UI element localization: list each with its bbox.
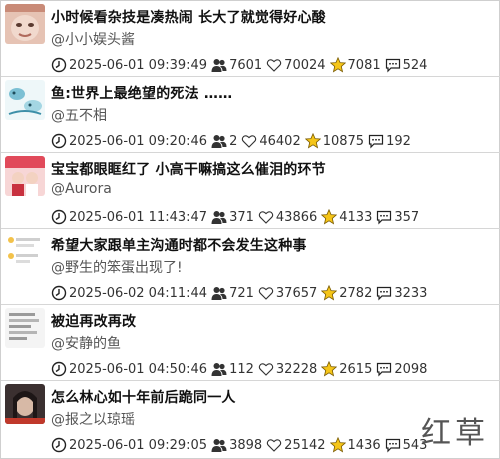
post-author[interactable]: @五不相 — [51, 105, 107, 125]
list-item[interactable]: 小时候看杂技是凑热闹 长大了就觉得好心酸 @小小娱头酱 2025-06-01 0… — [1, 1, 500, 77]
post-thumbnail[interactable] — [5, 156, 45, 196]
star-icon — [321, 361, 338, 377]
comment-icon — [377, 286, 392, 301]
comment-icon — [377, 362, 392, 377]
likes-count: 37657 — [275, 285, 318, 301]
clock-icon — [51, 57, 67, 73]
star-icon — [304, 133, 321, 149]
heart-icon — [258, 211, 274, 224]
likes-count: 25142 — [284, 437, 326, 453]
comments-count: 524 — [402, 57, 428, 73]
users-icon — [211, 135, 227, 148]
post-meta: 2025-06-01 09:39:49 7601 70024 7081 524 — [51, 56, 431, 74]
post-thumbnail[interactable] — [5, 308, 45, 348]
post-list: 小时候看杂技是凑热闹 长大了就觉得好心酸 @小小娱头酱 2025-06-01 0… — [0, 0, 500, 459]
stars-count: 2782 — [339, 285, 373, 301]
fans-count: 721 — [229, 285, 254, 301]
post-time: 2025-06-01 09:29:05 — [69, 437, 208, 453]
star-icon — [321, 209, 338, 225]
clock-icon — [51, 133, 67, 149]
star-icon — [329, 437, 346, 453]
comments-count: 3233 — [394, 285, 428, 301]
likes-count: 43866 — [275, 209, 318, 225]
post-meta: 2025-06-01 09:20:46 2 46402 10875 192 — [51, 132, 415, 150]
heart-icon — [258, 363, 274, 376]
post-thumbnail[interactable] — [5, 4, 45, 44]
post-title[interactable]: 希望大家跟单主沟通时都不会发生这种事 — [51, 235, 307, 255]
clock-icon — [51, 285, 67, 301]
post-thumbnail[interactable] — [5, 384, 45, 424]
post-meta: 2025-06-02 04:11:44 721 37657 2782 3233 — [51, 284, 431, 302]
post-title[interactable]: 宝宝都眼眶红了 小高干嘛搞这么催泪的环节 — [51, 159, 326, 179]
comments-count: 192 — [386, 133, 411, 149]
users-icon — [211, 287, 227, 300]
comments-count: 357 — [394, 209, 420, 225]
stars-count: 10875 — [322, 133, 365, 149]
post-author[interactable]: @Aurora — [51, 181, 112, 197]
post-author[interactable]: @安静的鱼 — [51, 333, 121, 353]
comment-icon — [385, 438, 400, 453]
clock-icon — [51, 209, 67, 225]
post-author[interactable]: @野生的笨蛋出现了! — [51, 257, 183, 277]
fans-count: 2 — [229, 133, 238, 149]
list-item[interactable]: 宝宝都眼眶红了 小高干嘛搞这么催泪的环节 @Aurora 2025-06-01 … — [1, 153, 500, 229]
stars-count: 1436 — [347, 437, 381, 453]
post-title[interactable]: 怎么林心如十年前后跪同一人 — [51, 387, 236, 407]
likes-count: 46402 — [259, 133, 301, 149]
heart-icon — [266, 439, 282, 452]
post-title[interactable]: 鱼:世界上最绝望的死法 …… — [51, 83, 232, 103]
clock-icon — [51, 361, 67, 377]
users-icon — [211, 363, 227, 376]
post-title[interactable]: 被迫再改再改 — [51, 311, 136, 331]
likes-count: 70024 — [284, 57, 326, 73]
post-thumbnail[interactable] — [5, 232, 45, 272]
clock-icon — [51, 437, 67, 453]
heart-icon — [266, 59, 282, 72]
fans-count: 371 — [229, 209, 254, 225]
star-icon — [321, 285, 338, 301]
comments-count: 2098 — [394, 361, 428, 377]
heart-icon — [242, 135, 257, 148]
post-time: 2025-06-01 09:39:49 — [69, 57, 208, 73]
star-icon — [329, 57, 346, 73]
post-time: 2025-06-02 04:11:44 — [69, 285, 208, 301]
post-time: 2025-06-01 11:43:47 — [69, 209, 208, 225]
fans-count: 7601 — [229, 57, 263, 73]
stars-count: 4133 — [339, 209, 373, 225]
users-icon — [211, 439, 227, 452]
users-icon — [211, 59, 227, 72]
list-item[interactable]: 希望大家跟单主沟通时都不会发生这种事 @野生的笨蛋出现了! 2025-06-02… — [1, 229, 500, 305]
fans-count: 3898 — [229, 437, 263, 453]
list-item[interactable]: 被迫再改再改 @安静的鱼 2025-06-01 04:50:46 112 322… — [1, 305, 500, 381]
post-author[interactable]: @报之以琼瑶 — [51, 409, 135, 429]
post-time: 2025-06-01 09:20:46 — [69, 133, 208, 149]
heart-icon — [258, 287, 274, 300]
post-thumbnail[interactable] — [5, 80, 45, 120]
comment-icon — [368, 134, 384, 149]
post-author[interactable]: @小小娱头酱 — [51, 29, 135, 49]
post-meta: 2025-06-01 11:43:47 371 43866 4133 357 — [51, 208, 423, 226]
stars-count: 7081 — [347, 57, 381, 73]
watermark: 红草 — [421, 416, 489, 451]
post-title[interactable]: 小时候看杂技是凑热闹 长大了就觉得好心酸 — [51, 7, 326, 27]
list-item[interactable]: 鱼:世界上最绝望的死法 …… @五不相 2025-06-01 09:20:46 … — [1, 77, 500, 153]
post-time: 2025-06-01 04:50:46 — [69, 361, 208, 377]
likes-count: 32228 — [275, 361, 318, 377]
users-icon — [211, 211, 227, 224]
fans-count: 112 — [229, 361, 254, 377]
comment-icon — [385, 58, 400, 73]
stars-count: 2615 — [339, 361, 373, 377]
comment-icon — [377, 210, 392, 225]
post-meta: 2025-06-01 04:50:46 112 32228 2615 2098 — [51, 360, 431, 378]
post-meta: 2025-06-01 09:29:05 3898 25142 1436 543 — [51, 436, 431, 454]
